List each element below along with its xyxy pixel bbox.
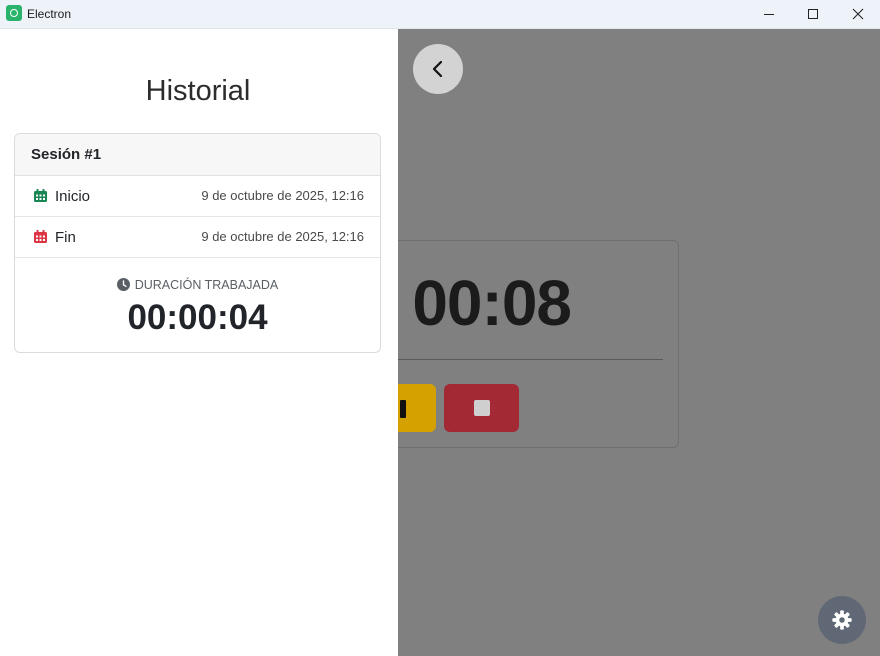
stop-button[interactable] [444,384,519,432]
maximize-button[interactable] [790,0,836,28]
duration-label-row: DURACIÓN TRABAJADA [15,278,380,292]
chevron-left-icon [432,60,443,78]
settings-button[interactable] [818,596,866,644]
timer-divider [398,359,663,360]
session-card: Sesión #1 Inicio 9 de octubre de 2025, 1… [14,133,381,353]
start-value: 9 de octubre de 2025, 12:16 [201,188,364,203]
start-label: Inicio [55,188,91,205]
close-drawer-button[interactable] [413,44,463,94]
clock-icon [116,278,130,291]
title-bar: Electron [0,0,880,29]
duration-value: 00:00:04 [127,298,268,337]
end-value: 9 de octubre de 2025, 12:16 [201,229,364,244]
gear-icon [832,610,852,630]
maximize-icon [808,9,818,19]
close-button[interactable] [835,0,880,28]
app-icon [6,5,22,21]
duration-label: DURACIÓN TRABAJADA [134,278,279,292]
calendar-icon [34,230,47,243]
minimize-button[interactable] [746,0,792,28]
session-end-row: Fin 9 de octubre de 2025, 12:16 [15,217,380,258]
minimize-icon [764,14,774,15]
window-title: Electron [27,7,72,21]
calendar-icon [34,189,47,202]
drawer-title: Historial [145,75,251,107]
close-icon [852,8,864,20]
pause-icon [400,400,406,418]
history-drawer: Historial Sesión #1 Inicio 9 de octubre … [0,29,398,656]
stop-icon [473,400,490,416]
session-header: Sesión #1 [15,134,380,176]
end-label: Fin [55,229,76,246]
session-start-row: Inicio 9 de octubre de 2025, 12:16 [15,176,380,217]
